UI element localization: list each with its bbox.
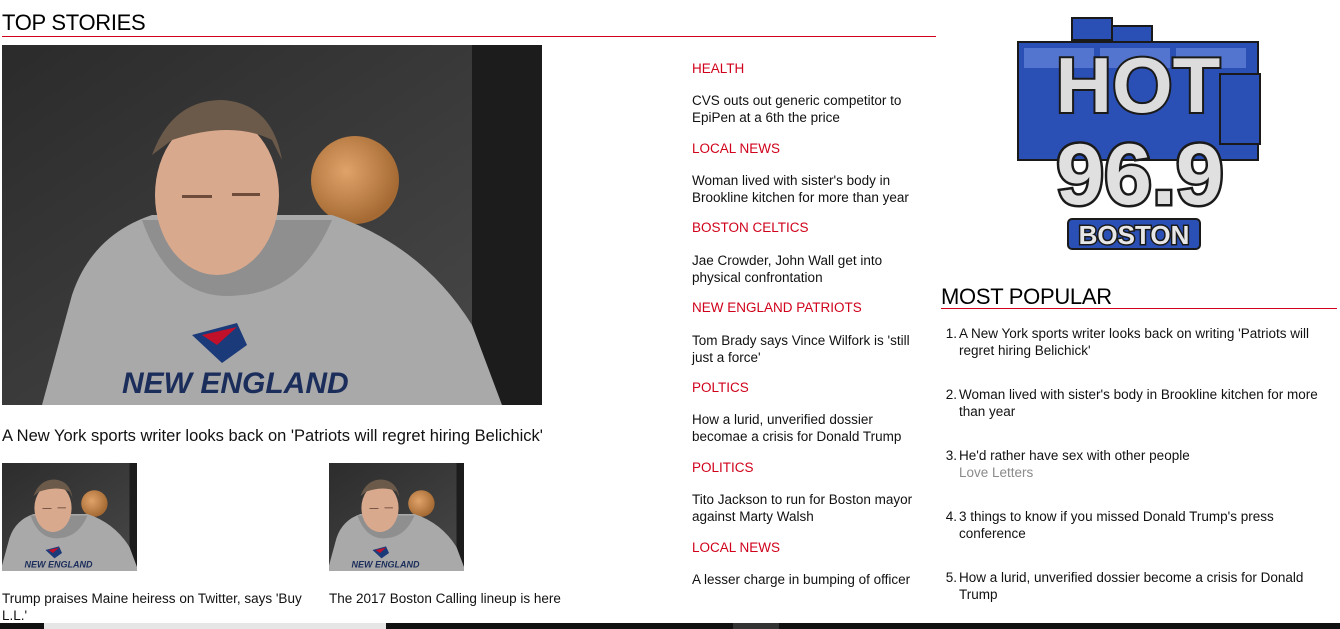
coach-photo-icon [329,463,464,571]
popular-link[interactable]: He'd rather have sex with other people [959,447,1334,464]
popular-link[interactable]: How a lurid, unverified dossier become a… [959,569,1334,603]
story-category[interactable]: NEW ENGLAND PATRIOTS [692,300,862,316]
thumb-photo-1[interactable] [2,463,137,571]
list-number: 1. [945,326,957,341]
top-stories-rule [2,36,936,37]
story-category[interactable]: LOCAL NEWS [692,540,780,556]
story-headline[interactable]: How a lurid, unverified dossier becomae … [692,411,927,445]
list-number: 2. [945,387,957,402]
top-stories-title: TOP STORIES [2,10,146,35]
most-popular-list: 1. A New York sports writer looks back o… [941,325,1337,615]
story-category[interactable]: LOCAL NEWS [692,141,780,157]
list-number: 3. [945,448,957,463]
coach-photo-icon [2,45,542,405]
hero-photo[interactable] [2,45,542,405]
popular-link[interactable]: 3 things to know if you missed Donald Tr… [959,508,1334,542]
story-headline[interactable]: A lesser charge in bumping of officer [692,571,927,588]
coach-photo-icon [2,463,137,571]
svg-text:HOT: HOT [1056,41,1221,129]
most-popular-rule [941,308,1337,309]
side-story: HEALTH [692,61,744,77]
thumb-caption-2[interactable]: The 2017 Boston Calling lineup is here [329,590,629,607]
story-headline[interactable]: Woman lived with sister's body in Brookl… [692,172,927,206]
most-popular-title: MOST POPULAR [941,284,1112,309]
story-category[interactable]: POLTICS [692,380,749,396]
popular-link[interactable]: Woman lived with sister's body in Brookl… [959,386,1334,420]
svg-text:BOSTON: BOSTON [1079,220,1190,250]
story-headline[interactable]: Tom Brady says Vince Wilfork is 'still j… [692,332,927,366]
popular-link[interactable]: A New York sports writer looks back on w… [959,325,1334,359]
hero-headline[interactable]: A New York sports writer looks back on '… [2,426,652,446]
station-logo[interactable]: HOT 96.9 BOSTON [1010,14,1280,252]
story-category[interactable]: POLITICS [692,460,754,476]
list-number: 4. [945,509,957,524]
story-headline[interactable]: Jae Crowder, John Wall get into physical… [692,252,927,286]
thumb-caption-1[interactable]: Trump praises Maine heiress on Twitter, … [2,590,317,624]
story-headline[interactable]: CVS outs out generic competitor to EpiPe… [692,92,927,126]
svg-text:96.9: 96.9 [1056,127,1223,223]
list-number: 5. [945,570,957,585]
story-category[interactable]: BOSTON CELTICS [692,220,809,236]
story-category[interactable]: HEALTH [692,61,744,77]
thumb-photo-2[interactable] [329,463,464,571]
scrollbar-segment [733,623,779,629]
story-headline[interactable]: Tito Jackson to run for Boston mayor aga… [692,491,927,525]
scrollbar-thumb[interactable] [44,623,386,629]
radio-station-logo-icon: HOT 96.9 BOSTON [1017,17,1261,252]
popular-sub-label[interactable]: Love Letters [959,464,1334,481]
